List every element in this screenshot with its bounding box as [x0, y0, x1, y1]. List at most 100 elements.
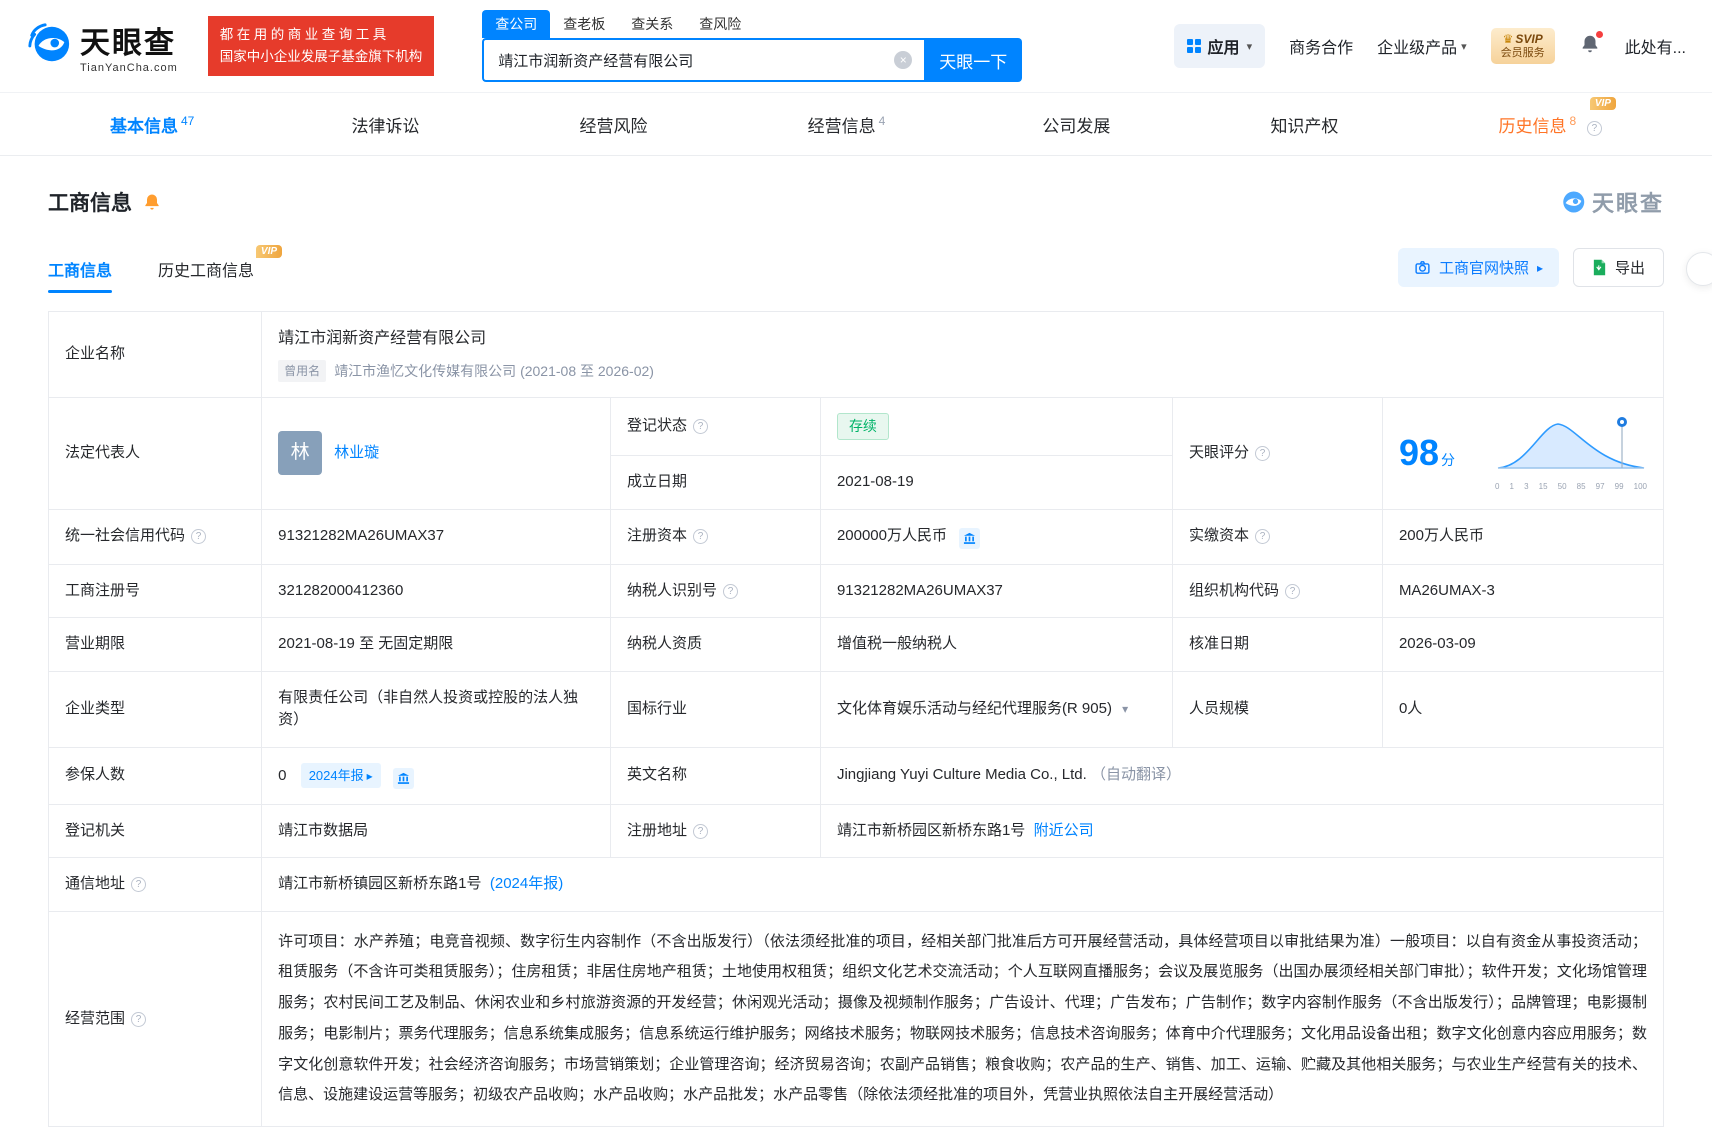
tab-legal-proceedings[interactable]: 法律诉讼	[351, 112, 422, 137]
help-icon[interactable]	[1285, 583, 1301, 599]
annual-report-link[interactable]: (2024年报)	[490, 875, 563, 892]
search-tab-relation[interactable]: 查关系	[618, 10, 686, 38]
tab-basic-info[interactable]: 基本信息 47	[110, 112, 194, 137]
subscribe-bell-button[interactable]	[142, 192, 162, 212]
notification-dot	[1595, 30, 1603, 38]
staff-size-value: 0人	[1398, 699, 1423, 717]
enterprise-products-label: 企业级产品	[1377, 40, 1458, 57]
field-label: 企业名称	[65, 345, 126, 363]
table-row: 法定代表人 林 林业璇 登记状态 存续 天眼评分 98分	[47, 397, 1665, 510]
field-label: 通信地址	[65, 875, 126, 892]
header-right: 应用 商务合作 企业级产品 SVIP 会员服务 此处有...	[1173, 24, 1686, 68]
search-area: 查公司 查老板 查关系 查风险 天眼一下	[482, 10, 1023, 82]
help-icon[interactable]	[1255, 446, 1271, 461]
help-icon[interactable]	[693, 823, 709, 839]
field-label: 经营范围	[65, 1009, 126, 1027]
table-row: 营业期限 2021-08-19 至 无固定期限 纳税人资质 增值税一般纳税人 核…	[47, 617, 1665, 672]
help-icon[interactable]	[693, 419, 709, 435]
crown-icon	[1503, 32, 1516, 46]
help-icon[interactable]	[693, 529, 709, 545]
field-label: 参保人数	[65, 766, 126, 784]
status-badge: 存续	[836, 413, 889, 440]
banner-line1: 都在用的商业查询工具	[219, 27, 390, 43]
export-button[interactable]: 导出	[1572, 248, 1664, 287]
help-icon[interactable]	[131, 877, 147, 892]
search-input[interactable]	[482, 38, 925, 82]
help-icon[interactable]	[1255, 529, 1271, 545]
arrow-right-icon	[367, 766, 373, 786]
nearby-companies-link[interactable]: 附近公司	[1034, 822, 1094, 839]
table-row: 工商注册号 321282000412360 纳税人识别号 91321282MA2…	[47, 563, 1665, 618]
reg-number-value: 321282000412360	[278, 581, 404, 599]
business-scope-value: 许可项目：水产养殖；电竞音视频、数字衍生内容制作（不含出版发行）（依法须经批准的…	[278, 932, 1647, 1104]
notification-bell-button[interactable]	[1579, 30, 1603, 60]
table-row: 企业类型 有限责任公司（非自然人投资或控股的法人独资） 国标行业 文化体育娱乐活…	[47, 670, 1665, 748]
chevron-down-icon[interactable]	[1122, 702, 1128, 716]
floating-widget-button[interactable]	[1686, 252, 1712, 286]
reg-authority-value: 靖江市数据局	[278, 821, 369, 839]
watermark-text: 天眼查	[1591, 191, 1664, 216]
help-icon[interactable]	[723, 583, 739, 599]
tab-operating-risk-label: 经营风险	[579, 116, 648, 136]
enterprise-products-link[interactable]: 企业级产品	[1377, 34, 1467, 58]
search-tab-company[interactable]: 查公司	[482, 10, 551, 38]
tab-business-info-count: 4	[878, 113, 886, 128]
tab-history-info[interactable]: VIP 历史信息 8	[1498, 96, 1616, 137]
tab-basic-info-label: 基本信息	[110, 116, 178, 136]
subtab-history-registration[interactable]: VIP 历史工商信息	[158, 245, 283, 293]
header-more-text[interactable]: 此处有...	[1625, 34, 1686, 58]
score-chart[interactable]: 0 1 3 15 50 85 97 99 100	[1495, 414, 1647, 493]
logo-title: 天眼查	[80, 27, 176, 60]
tab-history-info-label: 历史信息	[1498, 116, 1567, 136]
taxpayer-id-value: 91321282MA26UMAX37	[836, 581, 1003, 599]
business-cooperation-link[interactable]: 商务合作	[1289, 34, 1353, 58]
field-label: 登记状态	[627, 417, 688, 435]
legal-rep-avatar[interactable]: 林	[278, 431, 323, 476]
search-tab-risk[interactable]: 查风险	[686, 10, 754, 38]
field-label: 纳税人资质	[627, 635, 703, 652]
apps-menu-button[interactable]: 应用	[1173, 24, 1266, 68]
reg-address-value: 靖江市新桥园区新桥东路1号	[836, 821, 1026, 839]
business-cooperation-label: 商务合作	[1289, 40, 1354, 57]
former-name-value[interactable]: 靖江市渔忆文化传媒有限公司 (2021-08 至 2026-02)	[334, 361, 654, 382]
svip-member-button[interactable]: SVIP 会员服务	[1490, 27, 1555, 65]
search-tabs: 查公司 查老板 查关系 查风险	[482, 10, 1022, 38]
official-snapshot-button[interactable]: 工商官网快照	[1397, 248, 1559, 287]
tab-business-info[interactable]: 经营信息 4	[808, 112, 886, 137]
search-tab-boss[interactable]: 查老板	[550, 10, 618, 38]
annual-report-label: 2024年报	[308, 767, 364, 783]
mail-address-value: 靖江市新桥镇园区新桥东路1号	[278, 875, 482, 892]
table-row: 统一社会信用代码 91321282MA26UMAX37 注册资本 200000万…	[47, 508, 1665, 565]
field-label: 实缴资本	[1189, 527, 1250, 545]
insured-detail-icon[interactable]	[392, 767, 414, 789]
logo-subtitle: TianYanCha.com	[80, 62, 178, 74]
tab-intellectual-property[interactable]: 知识产权	[1270, 112, 1341, 137]
field-label: 核准日期	[1189, 635, 1250, 652]
capital-detail-icon[interactable]	[959, 527, 981, 549]
tab-operating-risk[interactable]: 经营风险	[580, 112, 651, 137]
search-button[interactable]: 天眼一下	[924, 38, 1023, 82]
tianyancha-logo-icon	[1563, 191, 1585, 213]
subtab-current-registration[interactable]: 工商信息	[48, 257, 113, 293]
help-icon[interactable]	[1586, 120, 1602, 136]
english-name-value: Jingjiang Yuyi Culture Media Co., Ltd.	[836, 766, 1087, 784]
table-row: 登记机关 靖江市数据局 注册地址 靖江市新桥园区新桥东路1号 附近公司	[47, 803, 1665, 858]
help-icon[interactable]	[191, 529, 207, 545]
tianyancha-logo-icon	[26, 21, 72, 72]
field-label: 人员规模	[1189, 699, 1250, 717]
chevron-down-icon	[1247, 40, 1253, 53]
help-icon[interactable]	[131, 1011, 147, 1027]
establish-date-value: 2021-08-19	[836, 473, 914, 490]
company-type-value: 有限责任公司（非自然人投资或控股的法人独资）	[278, 688, 579, 729]
vip-badge: VIP	[255, 245, 283, 258]
approval-date-value: 2026-03-09	[1398, 635, 1476, 652]
taxpayer-quality-value: 增值税一般纳税人	[836, 635, 957, 652]
field-label: 组织机构代码	[1189, 581, 1280, 599]
camera-icon	[1415, 261, 1430, 274]
table-row: 经营范围 许可项目：水产养殖；电竞音视频、数字衍生内容制作（不含出版发行）（依法…	[47, 910, 1664, 1127]
legal-rep-link[interactable]: 林业璇	[334, 442, 379, 465]
tab-company-development[interactable]: 公司发展	[1042, 112, 1113, 137]
main-content: 工商信息 天眼查 工商信息 VIP 历史工商信息 工商官网快照 ▸ 导出 企业名…	[0, 186, 1712, 1127]
tianyancha-logo[interactable]: 天眼查 TianYanCha.com	[26, 18, 178, 74]
annual-report-chip[interactable]: 2024年报	[300, 762, 381, 788]
